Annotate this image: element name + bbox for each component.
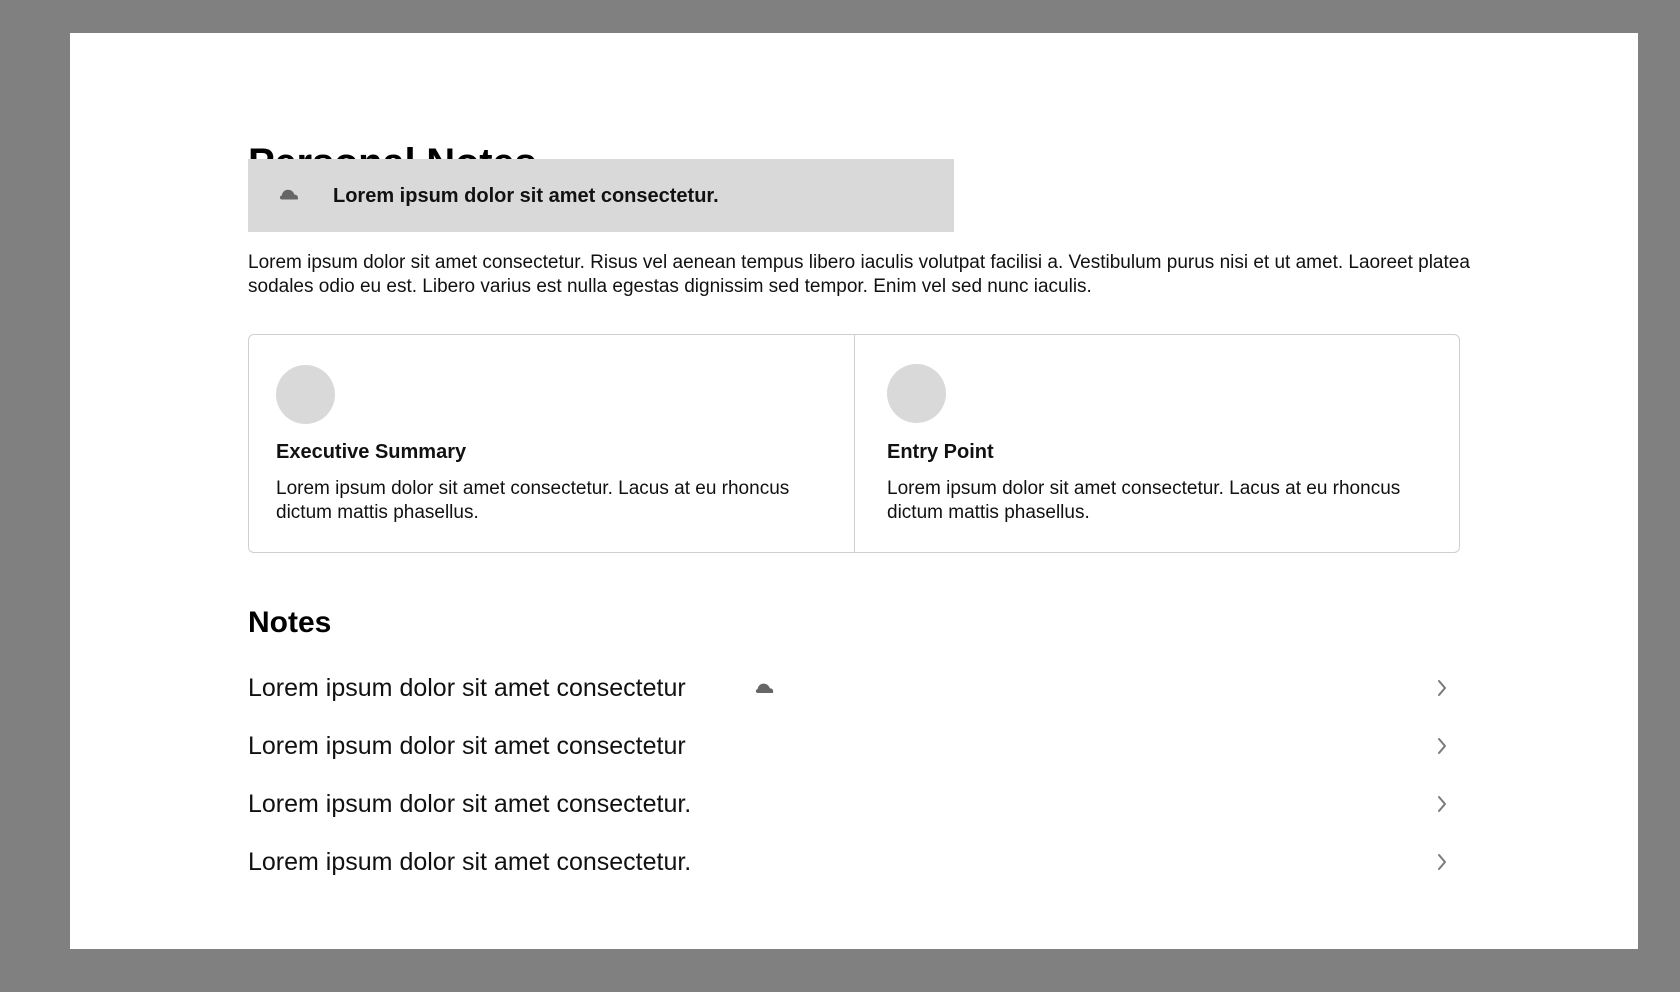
note-title: Lorem ipsum dolor sit amet consectetur. (248, 790, 692, 818)
card-avatar (276, 365, 335, 424)
card-title: Executive Summary (276, 441, 467, 463)
note-title: Lorem ipsum dolor sit amet consectetur (248, 674, 686, 702)
alert-message: Lorem ipsum dolor sit amet consectetur. (333, 185, 719, 207)
chevron-right-icon[interactable] (1436, 794, 1448, 814)
card-entry-point: Entry Point Lorem ipsum dolor sit amet c… (854, 335, 1459, 552)
note-title: Lorem ipsum dolor sit amet consectetur. (248, 848, 692, 876)
summary-cards: Executive Summary Lorem ipsum dolor sit … (248, 334, 1460, 553)
cloud-icon (278, 185, 300, 203)
page-canvas: Personal Notes Lorem ipsum dolor sit ame… (70, 33, 1638, 949)
note-row[interactable]: Lorem ipsum dolor sit amet consectetur. (248, 780, 1460, 838)
chevron-right-icon[interactable] (1436, 678, 1448, 698)
card-description: Lorem ipsum dolor sit amet consectetur. … (887, 478, 1401, 523)
alert-banner: Lorem ipsum dolor sit amet consectetur. (248, 159, 954, 232)
intro-text: Lorem ipsum dolor sit amet consectetur. … (248, 252, 1470, 297)
notes-list: Lorem ipsum dolor sit amet consectetur L… (248, 664, 1460, 896)
cloud-icon (754, 679, 774, 696)
note-row[interactable]: Lorem ipsum dolor sit amet consectetur (248, 664, 1460, 722)
note-row[interactable]: Lorem ipsum dolor sit amet consectetur. (248, 838, 1460, 896)
chevron-right-icon[interactable] (1436, 736, 1448, 756)
card-description: Lorem ipsum dolor sit amet consectetur. … (276, 478, 790, 523)
note-row[interactable]: Lorem ipsum dolor sit amet consectetur (248, 722, 1460, 780)
notes-heading: Notes (248, 606, 332, 639)
note-title: Lorem ipsum dolor sit amet consectetur (248, 732, 686, 760)
card-avatar (887, 364, 946, 423)
card-executive-summary: Executive Summary Lorem ipsum dolor sit … (249, 335, 854, 552)
card-title: Entry Point (887, 441, 994, 463)
chevron-right-icon[interactable] (1436, 852, 1448, 872)
